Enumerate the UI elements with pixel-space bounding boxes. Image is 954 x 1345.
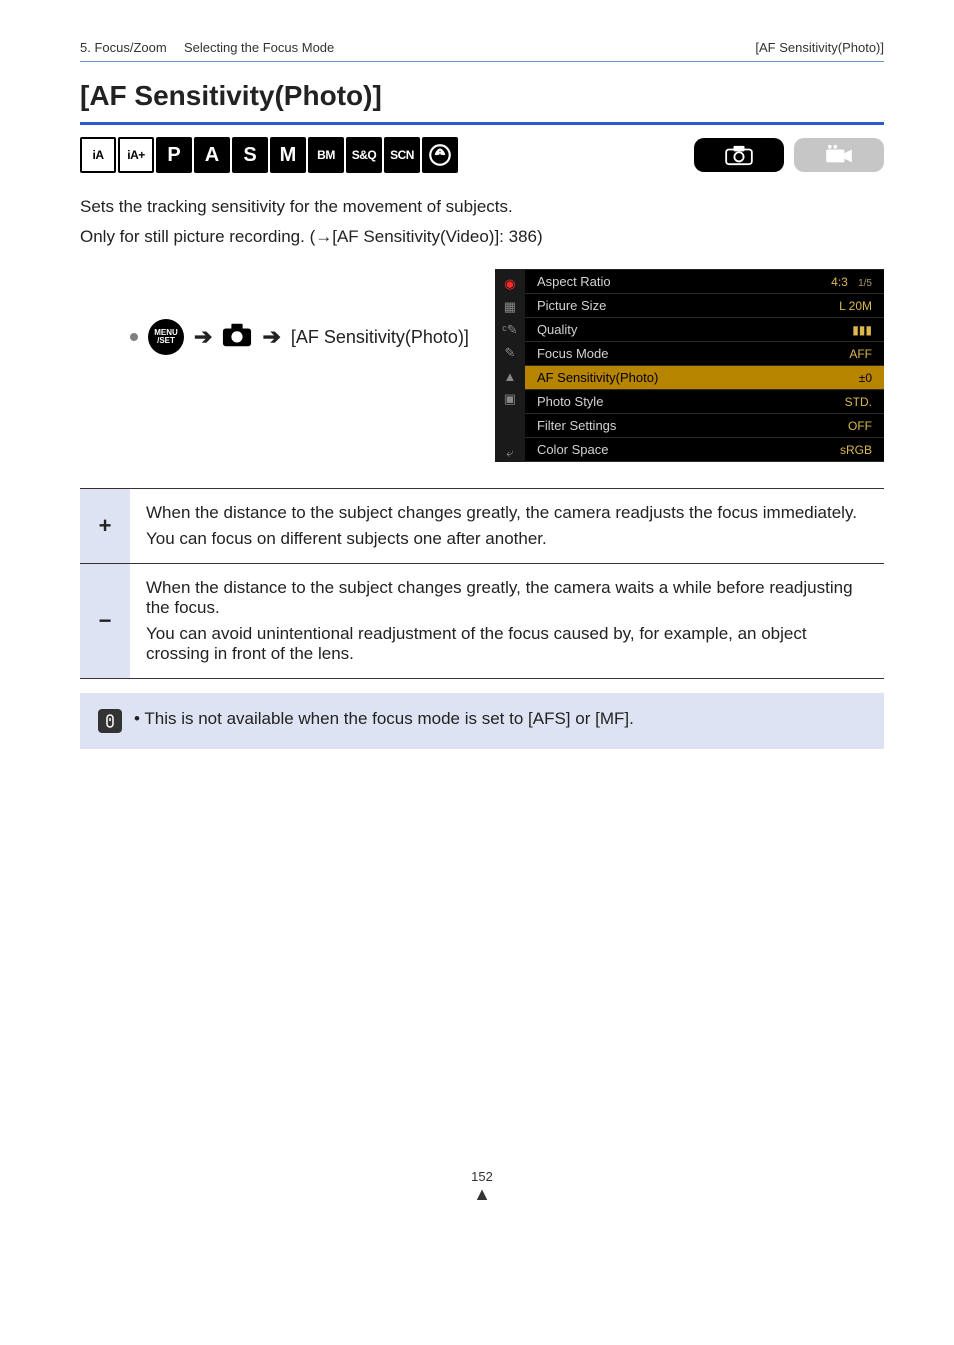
video-pill-icon xyxy=(794,138,884,172)
breadcrumb: 5. Focus/Zoom Selecting the Focus Mode [… xyxy=(80,40,884,62)
mode-ia-icon: iA xyxy=(80,137,116,173)
arrow-right-icon: → xyxy=(315,227,332,246)
screenshot-row: Filter SettingsOFF xyxy=(525,414,884,438)
tab-setup-icon: ✎ xyxy=(499,344,521,362)
tab-custom-icon: ᶜ✎ xyxy=(499,321,521,339)
menu-target-label: [AF Sensitivity(Photo)] xyxy=(291,327,469,348)
up-arrow-icon[interactable]: ▲ xyxy=(80,1184,884,1205)
screenshot-body: Aspect Ratio 4:3 1/5 Picture SizeL 20M Q… xyxy=(525,270,884,462)
tab-video-icon: ▦ xyxy=(499,298,521,316)
camera-icon xyxy=(222,322,252,353)
mode-bm-icon: BM xyxy=(308,137,344,173)
note-icon xyxy=(98,709,122,733)
tab-return-icon: ⤶ xyxy=(499,444,521,462)
header-mid: Selecting the Focus Mode xyxy=(184,40,334,55)
photo-pill-icon xyxy=(694,138,784,172)
screenshot-row-highlighted: AF Sensitivity(Photo)±0 xyxy=(525,366,884,390)
note-text: • This is not available when the focus m… xyxy=(134,707,634,731)
mode-icons: iA iA+ P A S M BM S&Q SCN xyxy=(80,137,458,173)
setting-key-plus: + xyxy=(80,489,130,564)
setting-desc-minus: When the distance to the subject changes… xyxy=(130,564,884,679)
settings-table: + When the distance to the subject chang… xyxy=(80,488,884,679)
header-left: 5. Focus/Zoom xyxy=(80,40,167,55)
mode-a-icon: A xyxy=(194,137,230,173)
screenshot-row: Color SpacesRGB xyxy=(525,438,884,462)
mode-p-icon: P xyxy=(156,137,192,173)
setting-desc-plus: When the distance to the subject changes… xyxy=(130,489,884,564)
screenshot-row: Picture SizeL 20M xyxy=(525,294,884,318)
screenshot-row: Quality▮▮▮ xyxy=(525,318,884,342)
menu-screenshot: ◉ ▦ ᶜ✎ ✎ ▲ ▣ ⤶ Aspect Ratio 4:3 1/5 Pict… xyxy=(495,269,884,462)
tab-my-menu-icon: ▲ xyxy=(499,367,521,385)
media-type-pills xyxy=(694,138,884,172)
mode-ia-plus-icon: iA+ xyxy=(118,137,154,173)
tab-rec-icon: ◉ xyxy=(499,275,521,293)
menu-set-icon: MENU/SET xyxy=(148,319,184,355)
screenshot-row: Focus ModeAFF xyxy=(525,342,884,366)
mode-scn-icon: SCN xyxy=(384,137,420,173)
note-box: • This is not available when the focus m… xyxy=(80,693,884,749)
mode-m-icon: M xyxy=(270,137,306,173)
header-right: [AF Sensitivity(Photo)] xyxy=(755,40,884,55)
mode-availability-row: iA iA+ P A S M BM S&Q SCN xyxy=(80,137,884,173)
tab-playback-icon: ▣ xyxy=(499,390,521,408)
bullet-icon xyxy=(130,333,138,341)
page-number: 152 xyxy=(80,1169,884,1184)
mode-creative-icon xyxy=(422,137,458,173)
intro-text: Sets the tracking sensitivity for the mo… xyxy=(80,197,884,217)
mode-s-icon: S xyxy=(232,137,268,173)
screenshot-row: Photo StyleSTD. xyxy=(525,390,884,414)
screenshot-row: Aspect Ratio 4:3 1/5 xyxy=(525,270,884,294)
page-footer: 152 ▲ xyxy=(80,1169,884,1205)
table-row: + When the distance to the subject chang… xyxy=(80,489,884,564)
arrow-right-icon: ➔ xyxy=(262,324,280,350)
reference-line: Only for still picture recording. (→[AF … xyxy=(80,227,884,247)
mode-sq-icon: S&Q xyxy=(346,137,382,173)
page-title: [AF Sensitivity(Photo)] xyxy=(80,80,884,125)
table-row: − When the distance to the subject chang… xyxy=(80,564,884,679)
menu-path: MENU/SET ➔ ➔ [AF Sensitivity(Photo)] xyxy=(80,269,469,355)
setting-key-minus: − xyxy=(80,564,130,679)
reference-link[interactable]: [AF Sensitivity(Video)]: 386 xyxy=(332,227,537,246)
screenshot-tabs: ◉ ▦ ᶜ✎ ✎ ▲ ▣ ⤶ xyxy=(495,270,525,462)
arrow-right-icon: ➔ xyxy=(194,324,212,350)
